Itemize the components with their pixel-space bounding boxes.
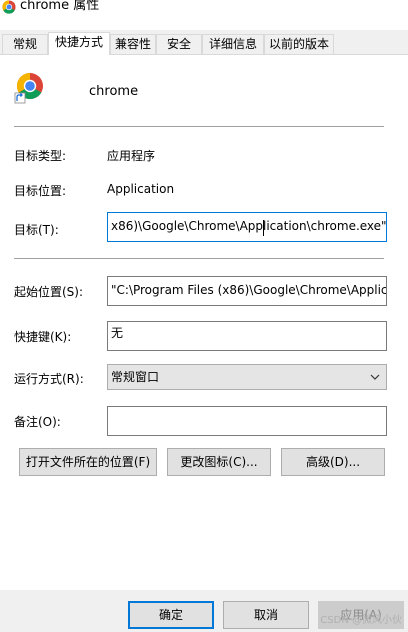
target-input[interactable]: x86)\Google\Chrome\Application\chrome.ex… <box>107 212 387 242</box>
tab-general[interactable]: 常规 <box>2 34 48 54</box>
target-label: 目标(T): <box>14 223 59 237</box>
chevron-down-icon <box>370 374 380 380</box>
tab-compatibility[interactable]: 兼容性 <box>110 34 156 54</box>
watermark: CSDN @微风小伙 <box>320 615 402 626</box>
advanced-button[interactable]: 高级(D)... <box>281 448 385 476</box>
chrome-app-icon <box>14 72 43 104</box>
tab-details[interactable]: 详细信息 <box>202 34 264 54</box>
start-in-input-text: "C:\Program Files (x86)\Google\Chrome\Ap… <box>111 283 387 297</box>
tab-shortcut[interactable]: 快捷方式 <box>48 32 110 55</box>
comment-label: 备注(O): <box>14 415 61 429</box>
ok-button[interactable]: 确定 <box>128 601 214 629</box>
hotkey-input[interactable]: 无 <box>107 321 387 351</box>
target-location-label: 目标位置: <box>14 184 67 198</box>
target-location-value: Application <box>107 182 175 196</box>
chrome-icon <box>2 0 16 14</box>
start-in-label: 起始位置(S): <box>14 285 84 299</box>
tab-previous-versions[interactable]: 以前的版本 <box>264 34 334 54</box>
target-type-value: 应用程序 <box>107 149 156 163</box>
shortcut-name: chrome <box>89 84 139 99</box>
cancel-button[interactable]: 取消 <box>223 601 309 629</box>
window-title: chrome 属性 <box>20 0 100 13</box>
separator <box>14 258 384 259</box>
tab-security[interactable]: 安全 <box>156 34 202 54</box>
run-select[interactable]: 常规窗口 <box>107 364 387 390</box>
text-caret <box>263 220 264 236</box>
change-icon-button[interactable]: 更改图标(C)... <box>167 448 271 476</box>
run-label: 运行方式(R): <box>14 372 84 386</box>
start-in-input[interactable]: "C:\Program Files (x86)\Google\Chrome\Ap… <box>107 276 387 306</box>
hotkey-input-text: 无 <box>111 326 124 340</box>
title-bar: chrome 属性 <box>0 0 408 30</box>
comment-input[interactable] <box>107 406 387 436</box>
hotkey-label: 快捷键(K): <box>14 330 72 344</box>
target-type-label: 目标类型: <box>14 149 67 163</box>
tab-strip: 常规 快捷方式 兼容性 安全 详细信息 以前的版本 <box>0 32 408 55</box>
open-file-location-button[interactable]: 打开文件所在的位置(F) <box>19 448 157 476</box>
separator <box>14 126 384 127</box>
target-input-text: x86)\Google\Chrome\Application\chrome.ex… <box>111 219 387 233</box>
run-select-value: 常规窗口 <box>111 370 160 384</box>
